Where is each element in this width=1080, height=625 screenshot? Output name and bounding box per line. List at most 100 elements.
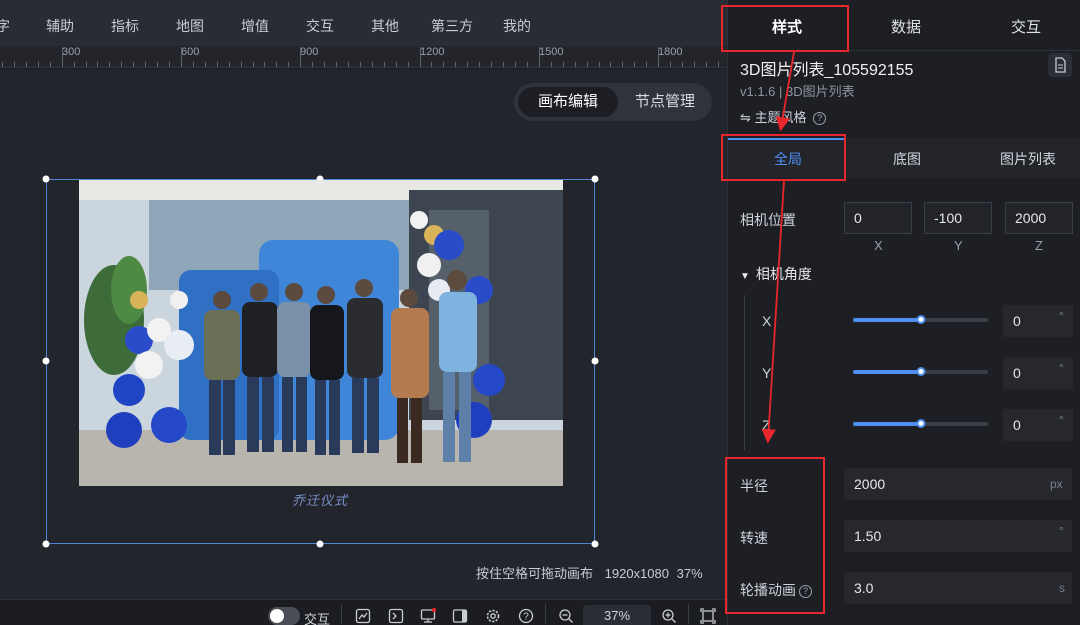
ruler-tick [658,47,660,67]
resize-handle[interactable] [591,540,599,548]
tab-interaction[interactable]: 交互 [1011,16,1041,37]
ruler-label: 900 [300,46,319,58]
slider-knob[interactable] [916,315,925,324]
zoom-percent-text: 37% [676,566,703,581]
ruler-tick [526,62,528,67]
ruler-tick [717,62,719,67]
ruler-tick [371,62,373,67]
ruler-tick [491,62,493,67]
ruler-label: 600 [181,46,200,58]
resize-handle[interactable] [42,540,50,548]
editor-canvas[interactable]: 画布编辑 节点管理 乔迁仪式 按住空格可拖动画布 1920x1080 37% [0,69,727,599]
ruler-tick [300,47,302,67]
settings-icon[interactable] [485,608,501,624]
help-icon[interactable]: ? [518,608,534,624]
fit-screen-icon[interactable] [700,608,716,624]
panel-icon[interactable] [452,608,468,624]
component-title: 3D图片列表_105592155 [740,62,914,79]
ruler-tick [598,62,600,67]
ruler-label: 1200 [420,46,445,58]
menu-item-interaction[interactable]: 交互 [306,16,334,36]
drag-hint: 按住空格可拖动画布 [476,566,594,581]
menu-item-third-party[interactable]: 第三方 [431,16,473,36]
component-subtitle: v1.1.6 | 3D图片列表 [740,84,855,99]
interaction-toggle[interactable] [268,607,300,625]
camera-x-input[interactable]: 0 [844,202,912,234]
menu-item-partial[interactable]: 字 [0,16,10,36]
slider-knob[interactable] [916,419,925,428]
ruler-tick [49,62,51,67]
slider-fill [853,422,921,426]
subtab-image-list[interactable]: 图片列表 [1000,149,1056,169]
chart-icon[interactable] [355,608,371,624]
resize-handle[interactable] [42,175,50,183]
canvas-mode-switch: 画布编辑 节点管理 [514,83,712,121]
zoom-in-icon[interactable] [661,608,677,624]
axis-label-x: X [874,238,883,253]
ruler-tick [455,62,457,67]
ruler-tick [252,62,254,67]
ruler-tick [97,62,99,67]
ruler-tick [407,62,409,67]
speed-input[interactable]: 1.50 [844,520,1072,552]
radius-input[interactable]: 2000 [844,468,1072,500]
resize-handle[interactable] [42,357,50,365]
ruler-tick [383,62,385,67]
canvas-status: 按住空格可拖动画布 1920x1080 37% [476,563,703,582]
ruler-tick [109,62,111,67]
menu-item-mine[interactable]: 我的 [503,16,531,36]
ruler-tick [61,47,63,67]
subtab-basemap[interactable]: 底图 [893,149,921,169]
zoom-out-icon[interactable] [558,608,574,624]
resize-handle[interactable] [591,175,599,183]
menu-item-indicator[interactable]: 指标 [111,16,139,36]
tab-canvas-edit[interactable]: 画布编辑 [518,87,618,117]
angle-x-slider[interactable] [853,315,988,324]
doc-button[interactable] [1048,53,1072,77]
ruler-label: 300 [62,46,81,58]
document-icon [1055,57,1066,73]
ruler-tick [288,62,290,67]
zoom-level-input[interactable]: 37% [583,605,651,625]
ruler-tick [13,62,15,67]
ruler-tick [37,62,39,67]
ruler-tick [25,62,27,67]
resolution-text: 1920x1080 [604,566,669,581]
tab-data[interactable]: 数据 [891,16,921,37]
toolbar-divider [341,604,342,624]
menu-item-map[interactable]: 地图 [176,16,204,36]
angle-z-slider[interactable] [853,419,988,428]
monitor-icon[interactable] [420,608,436,624]
theme-style-row[interactable]: ⇋ 主题风格 ? [740,107,827,126]
interaction-label: 交互 [304,612,331,625]
carousel-duration-input[interactable]: 3.0 [844,572,1072,604]
angle-y-slider[interactable] [853,367,988,376]
menu-item-addon[interactable]: 增值 [241,16,269,36]
menu-item-other[interactable]: 其他 [371,16,399,36]
slider-knob[interactable] [916,367,925,376]
menu-item-assist[interactable]: 辅助 [46,16,74,36]
annotation-box-settings [725,457,825,614]
terminal-icon[interactable] [388,608,404,624]
ruler-tick [431,62,433,67]
ruler-tick [634,62,636,67]
seconds-unit: s [1059,581,1065,595]
tab-node-manage[interactable]: 节点管理 [622,87,708,117]
resize-handle[interactable] [591,357,599,365]
camera-y-input[interactable]: -100 [924,202,992,234]
ruler-tick [312,62,314,67]
ruler-tick [276,62,278,67]
ruler-tick [443,62,445,67]
ruler-tick [622,62,624,67]
ruler-tick [324,62,326,67]
ruler-tick [479,62,481,67]
ruler-tick [682,62,683,67]
camera-z-input[interactable]: 2000 [1005,202,1073,234]
group-photo-image [79,180,563,486]
resize-handle[interactable] [316,540,324,548]
camera-angle-section[interactable]: ▼ 相机角度 [740,264,812,284]
photo-illustration [79,180,563,486]
ruler-tick [347,62,349,67]
horizontal-ruler: 300 600 900 1200 1500 1800 [0,46,727,68]
ruler-tick [336,62,338,67]
